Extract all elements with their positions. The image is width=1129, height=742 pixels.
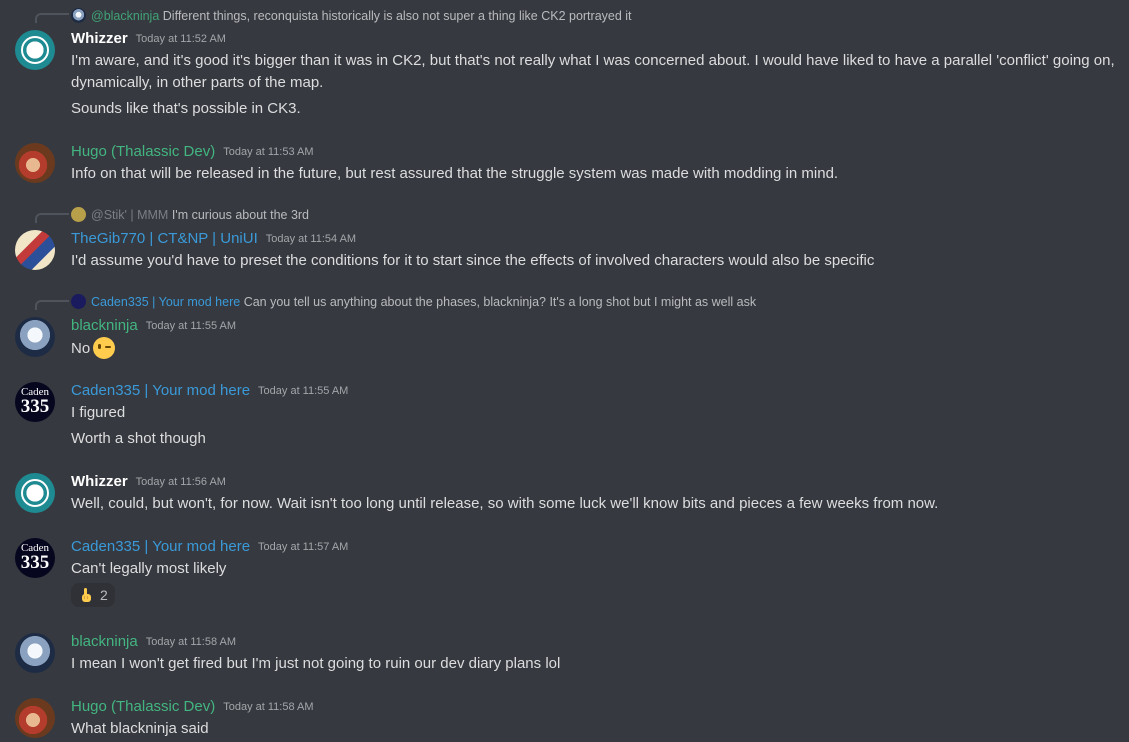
author-name[interactable]: Whizzer [71, 30, 128, 47]
point-up-hand-icon [78, 587, 94, 603]
avatar[interactable] [15, 230, 55, 270]
timestamp: Today at 11:56 AM [135, 476, 226, 488]
reply-author[interactable]: @Stik' | MMM [91, 208, 168, 222]
author-name[interactable]: Caden335 | Your mod here [71, 382, 250, 399]
message-text: I'm aware, and it's good it's bigger tha… [71, 52, 1115, 69]
message-text: I mean I won't get fired but I'm just no… [71, 655, 561, 672]
message-text: I'd assume you'd have to preset the cond… [71, 252, 875, 269]
reply-author[interactable]: Caden335 | Your mod here [91, 295, 240, 309]
author-name[interactable]: Hugo (Thalassic Dev) [71, 698, 215, 715]
timestamp: Today at 11:57 AM [258, 541, 349, 553]
reply-avatar [71, 207, 86, 222]
timestamp: Today at 11:55 AM [145, 320, 237, 332]
author-name[interactable]: blackninja [71, 633, 138, 650]
reply-preview[interactable]: @Stik' | MMM I'm curious about the 3rd [71, 207, 309, 222]
avatar[interactable] [15, 30, 55, 70]
avatar[interactable] [15, 143, 55, 183]
message-text: I figured [71, 404, 126, 421]
reply-spine [35, 13, 69, 23]
reply-spine [35, 213, 69, 223]
timestamp: Today at 11:58 AM [223, 701, 314, 713]
message-text-content: No [71, 340, 91, 357]
message-text: No [71, 337, 116, 360]
avatar[interactable] [15, 698, 55, 738]
reaction-count: 2 [100, 587, 108, 603]
reply-preview[interactable]: Caden335 | Your mod here Can you tell us… [71, 294, 756, 309]
author-name[interactable]: TheGib770 | CT&NP | UniUI [71, 230, 258, 247]
reply-text[interactable]: Can you tell us anything about the phase… [244, 295, 756, 309]
timestamp: Today at 11:52 AM [135, 33, 226, 45]
author-name[interactable]: Whizzer [71, 473, 128, 490]
author-name[interactable]: Hugo (Thalassic Dev) [71, 143, 215, 160]
avatar[interactable] [15, 473, 55, 513]
winking-face-icon [93, 337, 116, 359]
reply-avatar [71, 294, 86, 309]
reply-text[interactable]: I'm curious about the 3rd [172, 208, 309, 222]
timestamp: Today at 11:58 AM [145, 636, 237, 648]
message-text: Can't legally most likely [71, 560, 227, 577]
reply-preview[interactable]: @blackninja Different things, reconquist… [71, 8, 632, 23]
avatar[interactable]: Caden 335 [15, 538, 55, 578]
timestamp: Today at 11:55 AM [258, 385, 349, 397]
avatar[interactable] [15, 633, 55, 673]
timestamp: Today at 11:54 AM [265, 233, 357, 245]
message-text: Well, could, but won't, for now. Wait is… [71, 495, 939, 512]
avatar-text-bottom: 335 [20, 396, 50, 417]
message-text: Info on that will be released in the fut… [71, 165, 839, 182]
reply-author[interactable]: @blackninja [91, 9, 159, 23]
reaction-button[interactable]: 2 [71, 583, 115, 607]
reply-text[interactable]: Different things, reconquista historical… [163, 9, 632, 23]
avatar[interactable] [15, 317, 55, 357]
message-text: Worth a shot though [71, 430, 206, 447]
author-name[interactable]: Caden335 | Your mod here [71, 538, 250, 555]
timestamp: Today at 11:53 AM [223, 146, 314, 158]
reply-spine [35, 300, 69, 310]
reply-avatar [71, 8, 86, 23]
message-text: dynamically, in other parts of the map. [71, 74, 324, 91]
avatar[interactable]: Caden 335 [15, 382, 55, 422]
message-text: What blackninja said [71, 720, 209, 737]
avatar-text-bottom: 335 [20, 552, 50, 573]
message-text: Sounds like that's possible in CK3. [71, 100, 301, 117]
author-name[interactable]: blackninja [71, 317, 138, 334]
